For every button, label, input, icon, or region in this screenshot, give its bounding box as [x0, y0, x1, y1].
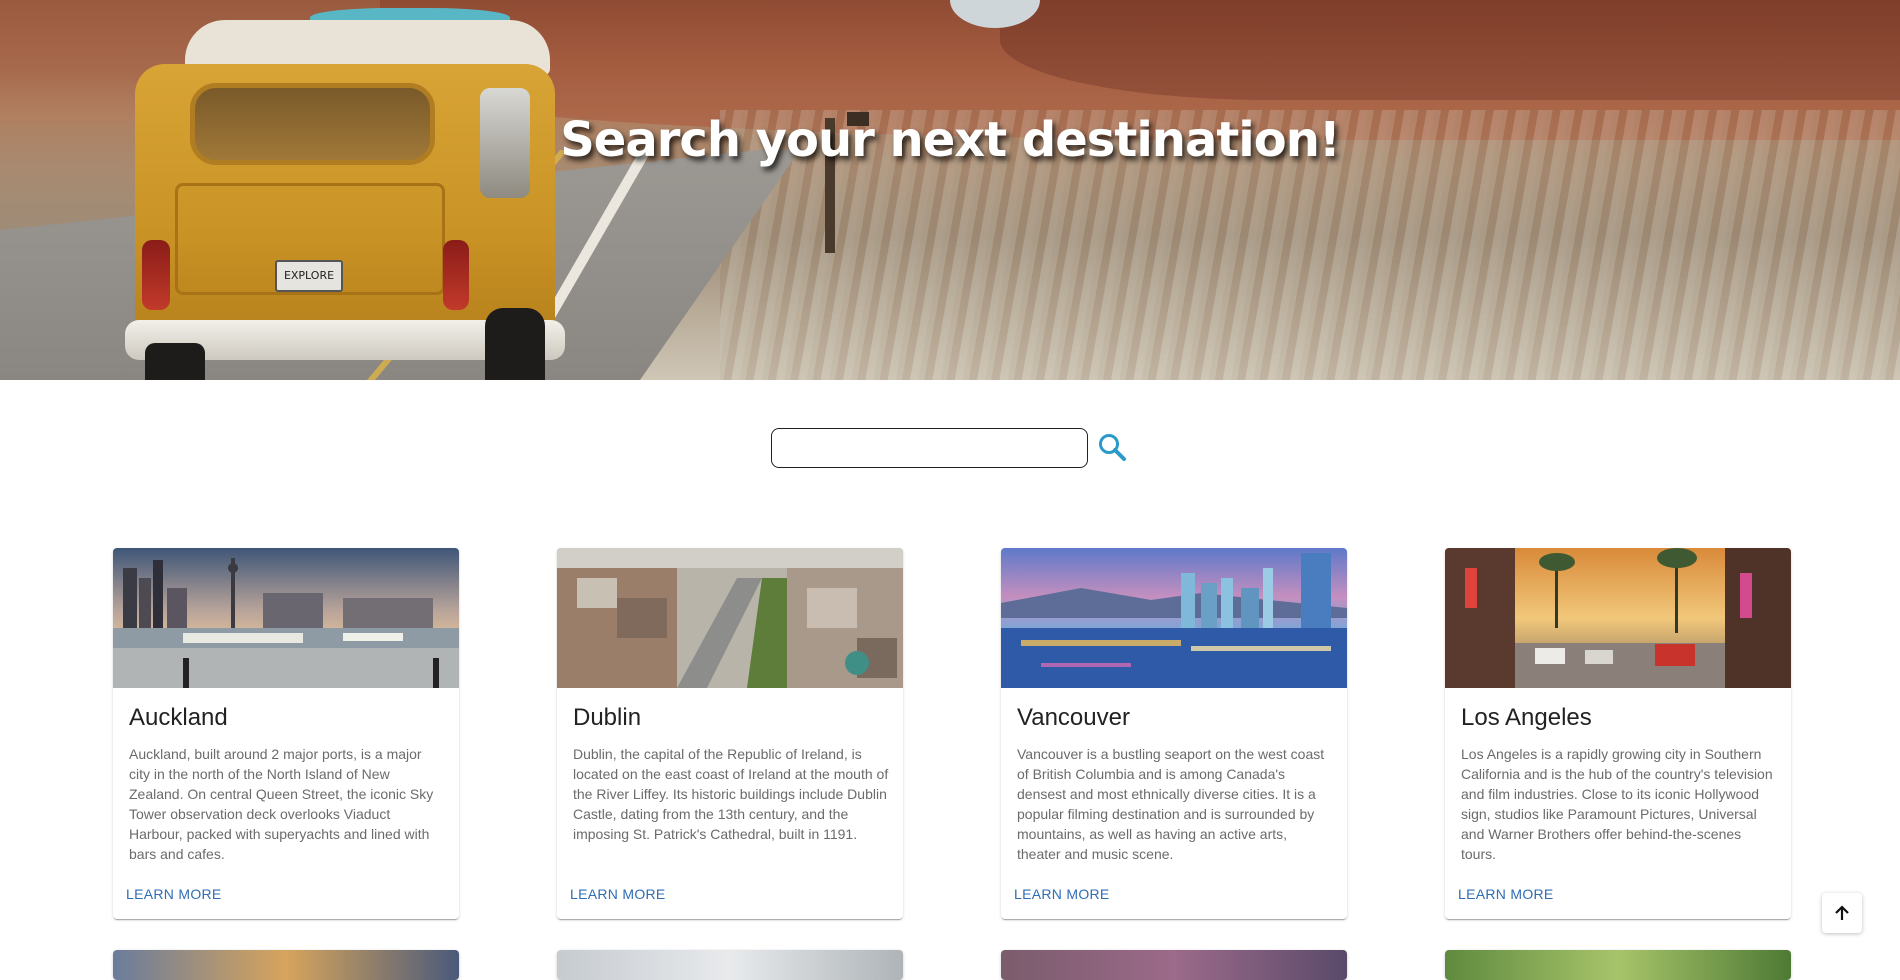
card-title: Vancouver: [1017, 704, 1130, 731]
destination-card-partial: [113, 950, 459, 980]
destination-card-partial: [1001, 950, 1347, 980]
search-icon: [1099, 434, 1126, 461]
van-tire-right: [485, 308, 545, 380]
destination-card-partial: [557, 950, 903, 980]
plate-text: EXPLORE: [283, 269, 335, 282]
card-description: Los Angeles is a rapidly growing city in…: [1461, 746, 1773, 862]
hero-van: EXPLORE: [125, 8, 570, 380]
hero-title: Search your next destination!: [560, 112, 1341, 168]
van-license-plate: EXPLORE: [275, 260, 343, 292]
destination-card-partial: [1445, 950, 1791, 980]
card-description: Dublin, the capital of the Republic of I…: [573, 746, 889, 842]
scroll-to-top-button[interactable]: [1822, 893, 1862, 933]
search-button[interactable]: [1096, 431, 1130, 465]
van-tire-left: [145, 343, 205, 380]
learn-more-link-vancouver[interactable]: LEARN MORE: [1014, 886, 1110, 902]
destination-card: Vancouver Vancouver is a bustling seapor…: [1001, 548, 1347, 919]
learn-more-link-auckland[interactable]: LEARN MORE: [126, 886, 222, 902]
destination-card: Dublin Dublin, the capital of the Republ…: [557, 548, 903, 919]
card-title: Dublin: [573, 704, 642, 731]
hero-banner: EXPLORE Search your next destination!: [0, 0, 1900, 380]
card-image-los-angeles: [1445, 548, 1791, 688]
van-tail-light-right: [443, 240, 469, 310]
learn-more-link-los-angeles[interactable]: LEARN MORE: [1458, 886, 1554, 902]
card-image-vancouver: [1001, 548, 1347, 688]
arrow-up-icon: [1835, 905, 1849, 920]
hero-cliff-right: [1000, 0, 1900, 100]
van-tail-light-left: [142, 240, 170, 310]
card-image-dublin: [557, 548, 903, 688]
search-input[interactable]: [771, 428, 1088, 468]
card-title: Auckland: [129, 704, 228, 731]
card-description: Auckland, built around 2 major ports, is…: [129, 746, 434, 862]
destination-card: Los Angeles Los Angeles is a rapidly gro…: [1445, 548, 1791, 919]
card-description: Vancouver is a bustling seaport on the w…: [1017, 746, 1325, 862]
card-image-auckland: [113, 548, 459, 688]
learn-more-link-dublin[interactable]: LEARN MORE: [570, 886, 666, 902]
destination-card: Auckland Auckland, built around 2 major …: [113, 548, 459, 919]
card-title: Los Angeles: [1461, 704, 1592, 731]
